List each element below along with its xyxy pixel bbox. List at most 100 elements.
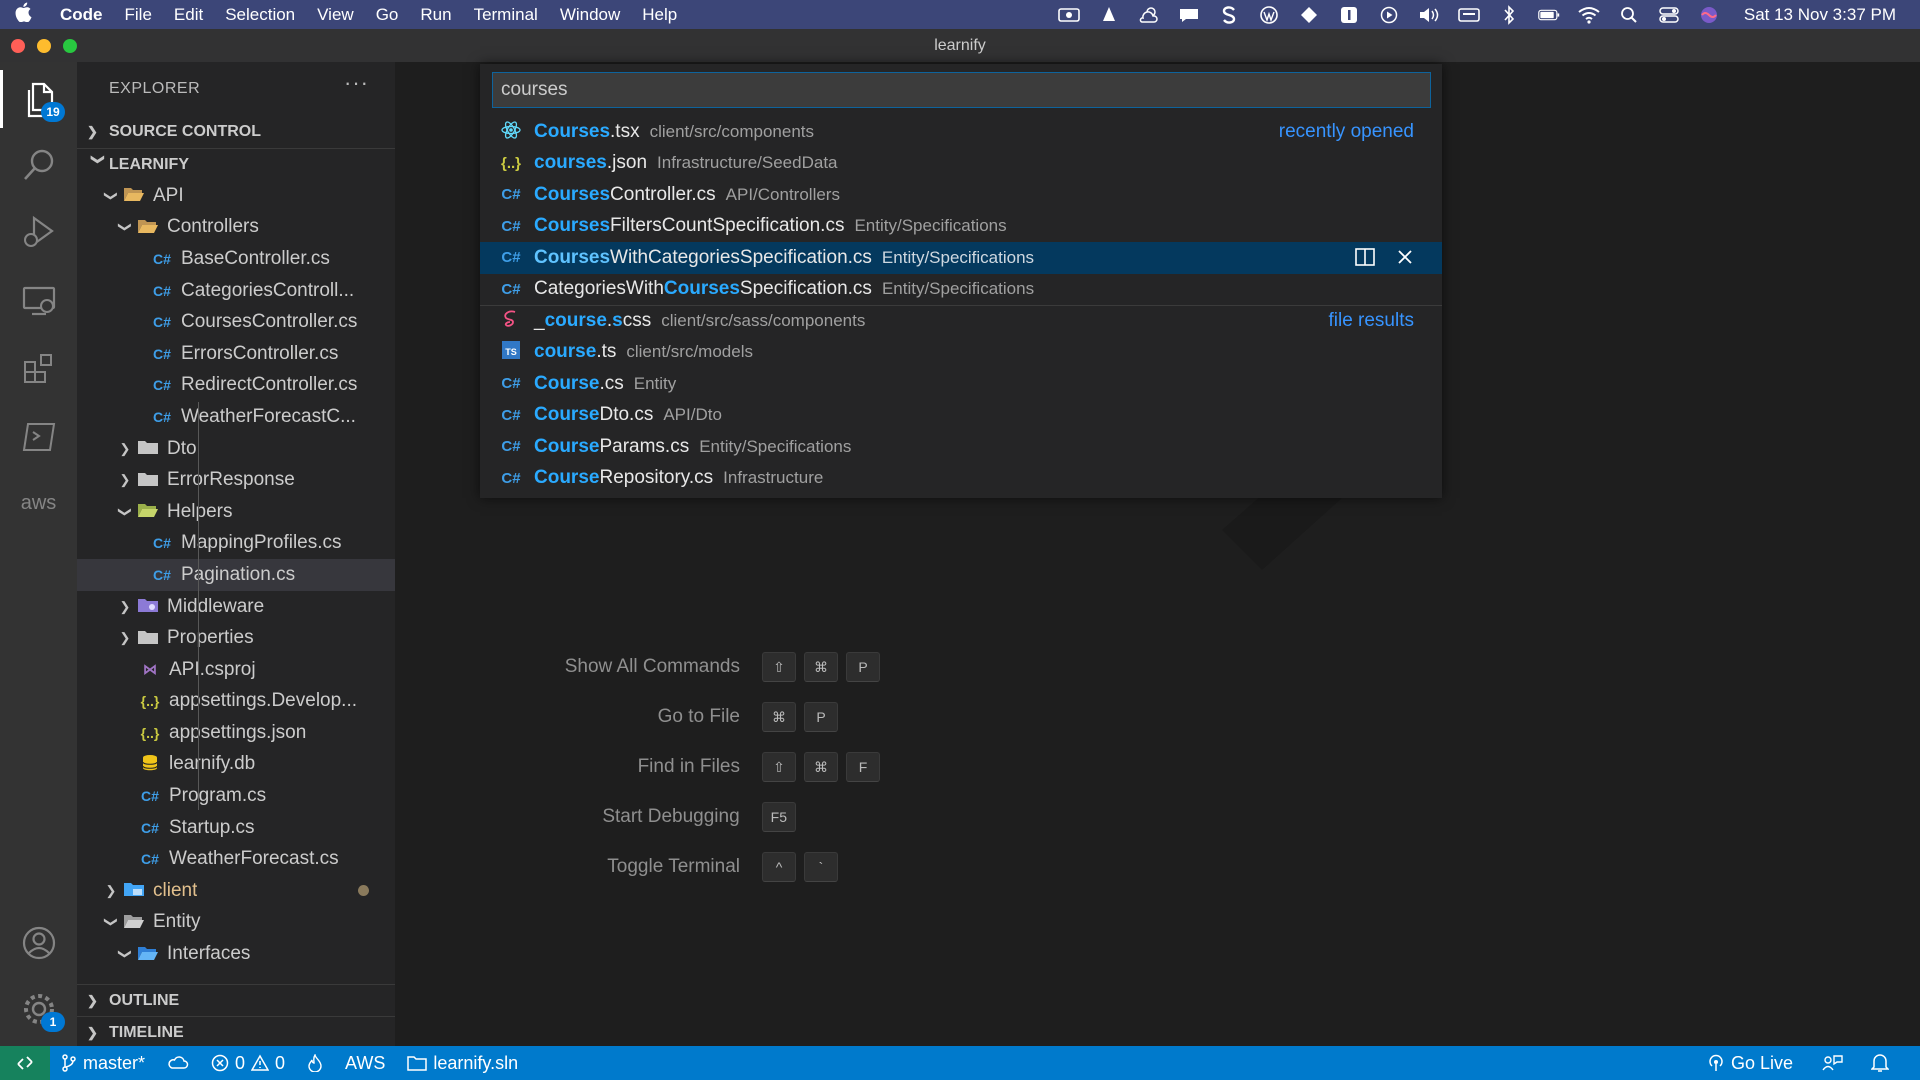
explorer-activity[interactable]: 19 bbox=[0, 70, 77, 128]
close-icon[interactable] bbox=[1394, 246, 1416, 268]
tree-folder-properties[interactable]: ❯ Properties bbox=[77, 622, 395, 654]
menu-file[interactable]: File bbox=[114, 5, 163, 25]
tree-file[interactable]: C# BaseController.cs bbox=[77, 243, 395, 275]
tree-folder-interfaces[interactable]: ❯ Interfaces bbox=[77, 938, 395, 970]
tree-file[interactable]: ⋈ API.csproj bbox=[77, 654, 395, 686]
shortcut-show-all-commands[interactable]: Show All Commands ⇧ ⌘ P bbox=[565, 652, 880, 682]
remote-explorer-activity[interactable] bbox=[0, 272, 77, 330]
tree-file[interactable]: C# CoursesController.cs bbox=[77, 306, 395, 338]
notifications-button[interactable] bbox=[1860, 1053, 1900, 1073]
tree-file[interactable]: learnify.db bbox=[77, 749, 395, 781]
screen-record-icon[interactable] bbox=[1058, 7, 1080, 23]
menu-terminal[interactable]: Terminal bbox=[463, 5, 549, 25]
outline-section[interactable]: ❯ OUTLINE bbox=[77, 984, 395, 1016]
siri-icon[interactable] bbox=[1698, 6, 1720, 23]
wordpress-icon[interactable] bbox=[1258, 5, 1280, 24]
quick-open-result[interactable]: C# CoursesFiltersCountSpecification.cs E… bbox=[480, 211, 1442, 243]
quick-open-result[interactable]: TS course.ts client/src/models bbox=[480, 337, 1442, 369]
tree-file[interactable]: C# WeatherForecastC... bbox=[77, 401, 395, 433]
source-control-section[interactable]: ❯ SOURCE CONTROL bbox=[77, 116, 395, 148]
tree-folder-entity[interactable]: ❯ Entity bbox=[77, 907, 395, 939]
menu-help[interactable]: Help bbox=[631, 5, 688, 25]
shortcut-start-debugging[interactable]: Start Debugging F5 bbox=[602, 802, 796, 832]
tree-folder-middleware[interactable]: ❯ Middleware bbox=[77, 591, 395, 623]
quick-open-result[interactable]: _course.scss client/src/sass/components … bbox=[480, 305, 1442, 337]
aws-activity[interactable]: aws bbox=[0, 474, 77, 532]
feedback-button[interactable] bbox=[1810, 1054, 1854, 1072]
zoom-window-button[interactable] bbox=[63, 39, 77, 53]
tree-file[interactable]: C# Program.cs bbox=[77, 780, 395, 812]
quick-open-result[interactable]: C# Course.cs Entity bbox=[480, 368, 1442, 400]
vlc-icon[interactable] bbox=[1098, 6, 1120, 23]
git-branch-status[interactable]: master* bbox=[50, 1053, 156, 1074]
cloud-sun-icon[interactable] bbox=[1138, 6, 1160, 23]
remote-indicator[interactable] bbox=[0, 1046, 50, 1080]
tree-file[interactable]: C# MappingProfiles.cs bbox=[77, 528, 395, 560]
info-app-icon[interactable] bbox=[1338, 6, 1360, 23]
extensions-activity[interactable] bbox=[0, 340, 77, 398]
problems-status[interactable]: 0 0 bbox=[200, 1053, 296, 1074]
menu-selection[interactable]: Selection bbox=[214, 5, 306, 25]
messages-icon[interactable] bbox=[1178, 7, 1200, 23]
open-to-side-icon[interactable] bbox=[1354, 246, 1376, 268]
menu-go[interactable]: Go bbox=[365, 5, 410, 25]
workspace-section[interactable]: ❯ LEARNIFY bbox=[77, 148, 395, 180]
spotlight-search-icon[interactable] bbox=[1618, 6, 1640, 23]
tree-file[interactable]: C# Startup.cs bbox=[77, 812, 395, 844]
quick-open-result[interactable]: Courses.tsx client/src/components recent… bbox=[480, 116, 1442, 148]
minimize-window-button[interactable] bbox=[37, 39, 51, 53]
quick-open-result[interactable]: C# CourseDto.cs API/Dto bbox=[480, 400, 1442, 432]
tree-file[interactable]: {..} appsettings.json bbox=[77, 717, 395, 749]
shortcut-toggle-terminal[interactable]: Toggle Terminal ^ ` bbox=[607, 852, 838, 882]
bluetooth-icon[interactable] bbox=[1498, 4, 1520, 25]
play-circle-icon[interactable] bbox=[1378, 6, 1400, 23]
menubar-clock[interactable]: Sat 13 Nov 3:37 PM bbox=[1744, 5, 1896, 25]
volume-icon[interactable] bbox=[1418, 7, 1440, 23]
tree-file[interactable]: {..} appsettings.Develop... bbox=[77, 686, 395, 718]
control-center-icon[interactable] bbox=[1658, 6, 1680, 23]
shape-app-icon[interactable] bbox=[1298, 6, 1320, 23]
shortcut-find-in-files[interactable]: Find in Files ⇧ ⌘ F bbox=[638, 752, 880, 782]
timeline-section[interactable]: ❯ TIMELINE bbox=[77, 1016, 395, 1048]
menu-window[interactable]: Window bbox=[549, 5, 631, 25]
quick-open-result[interactable]: C# CourseRepository.cs Infrastructure bbox=[480, 463, 1442, 495]
tree-folder-errorresponse[interactable]: ❯ ErrorResponse bbox=[77, 464, 395, 496]
tree-folder-helpers[interactable]: ❯ Helpers bbox=[77, 496, 395, 528]
tree-file[interactable]: C# RedirectController.cs bbox=[77, 370, 395, 402]
battery-icon[interactable] bbox=[1538, 7, 1560, 23]
shortcut-go-to-file[interactable]: Go to File ⌘ P bbox=[658, 702, 838, 732]
wifi-icon[interactable] bbox=[1578, 6, 1600, 24]
quick-open-result-selected[interactable]: C# CoursesWithCategoriesSpecification.cs… bbox=[480, 242, 1442, 274]
quick-open-result[interactable]: {..} courses.json Infrastructure/SeedDat… bbox=[480, 148, 1442, 180]
quick-open-result[interactable]: C# CategoriesWithCoursesSpecification.cs… bbox=[480, 274, 1442, 306]
more-actions-icon[interactable]: ··· bbox=[344, 70, 369, 96]
menu-app-code[interactable]: Code bbox=[46, 5, 114, 25]
aws-status[interactable]: AWS bbox=[334, 1053, 396, 1074]
manage-activity[interactable]: 1 bbox=[0, 980, 77, 1038]
close-window-button[interactable] bbox=[11, 39, 25, 53]
flame-status[interactable] bbox=[296, 1054, 334, 1072]
go-live-button[interactable]: Go Live bbox=[1696, 1053, 1804, 1074]
quick-open-result[interactable]: C# CoursesController.cs API/Controllers bbox=[480, 179, 1442, 211]
tree-file[interactable]: C# ErrorsController.cs bbox=[77, 338, 395, 370]
menu-run[interactable]: Run bbox=[409, 5, 462, 25]
accounts-activity[interactable] bbox=[0, 914, 77, 972]
tree-file-selected[interactable]: C# Pagination.cs bbox=[77, 559, 395, 591]
solution-status[interactable]: learnify.sln bbox=[396, 1053, 529, 1074]
tree-folder-client[interactable]: ❯ client bbox=[77, 875, 395, 907]
menu-view[interactable]: View bbox=[306, 5, 365, 25]
quick-open-result[interactable]: C# CourseParams.cs Entity/Specifications bbox=[480, 431, 1442, 463]
menu-edit[interactable]: Edit bbox=[163, 5, 214, 25]
quick-open-input[interactable] bbox=[492, 72, 1431, 108]
tree-file[interactable]: C# CategoriesControll... bbox=[77, 275, 395, 307]
tree-folder-controllers[interactable]: ❯ Controllers bbox=[77, 212, 395, 244]
terminal-activity[interactable] bbox=[0, 408, 77, 466]
search-activity[interactable] bbox=[0, 136, 77, 194]
run-debug-activity[interactable] bbox=[0, 202, 77, 260]
s-app-icon[interactable] bbox=[1218, 5, 1240, 24]
tree-file[interactable]: C# WeatherForecast.cs bbox=[77, 843, 395, 875]
tree-folder-dto[interactable]: ❯ Dto bbox=[77, 433, 395, 465]
sync-status[interactable] bbox=[156, 1054, 200, 1072]
apple-menu-icon[interactable] bbox=[0, 2, 46, 27]
tree-folder-api[interactable]: ❯ API bbox=[77, 180, 395, 212]
